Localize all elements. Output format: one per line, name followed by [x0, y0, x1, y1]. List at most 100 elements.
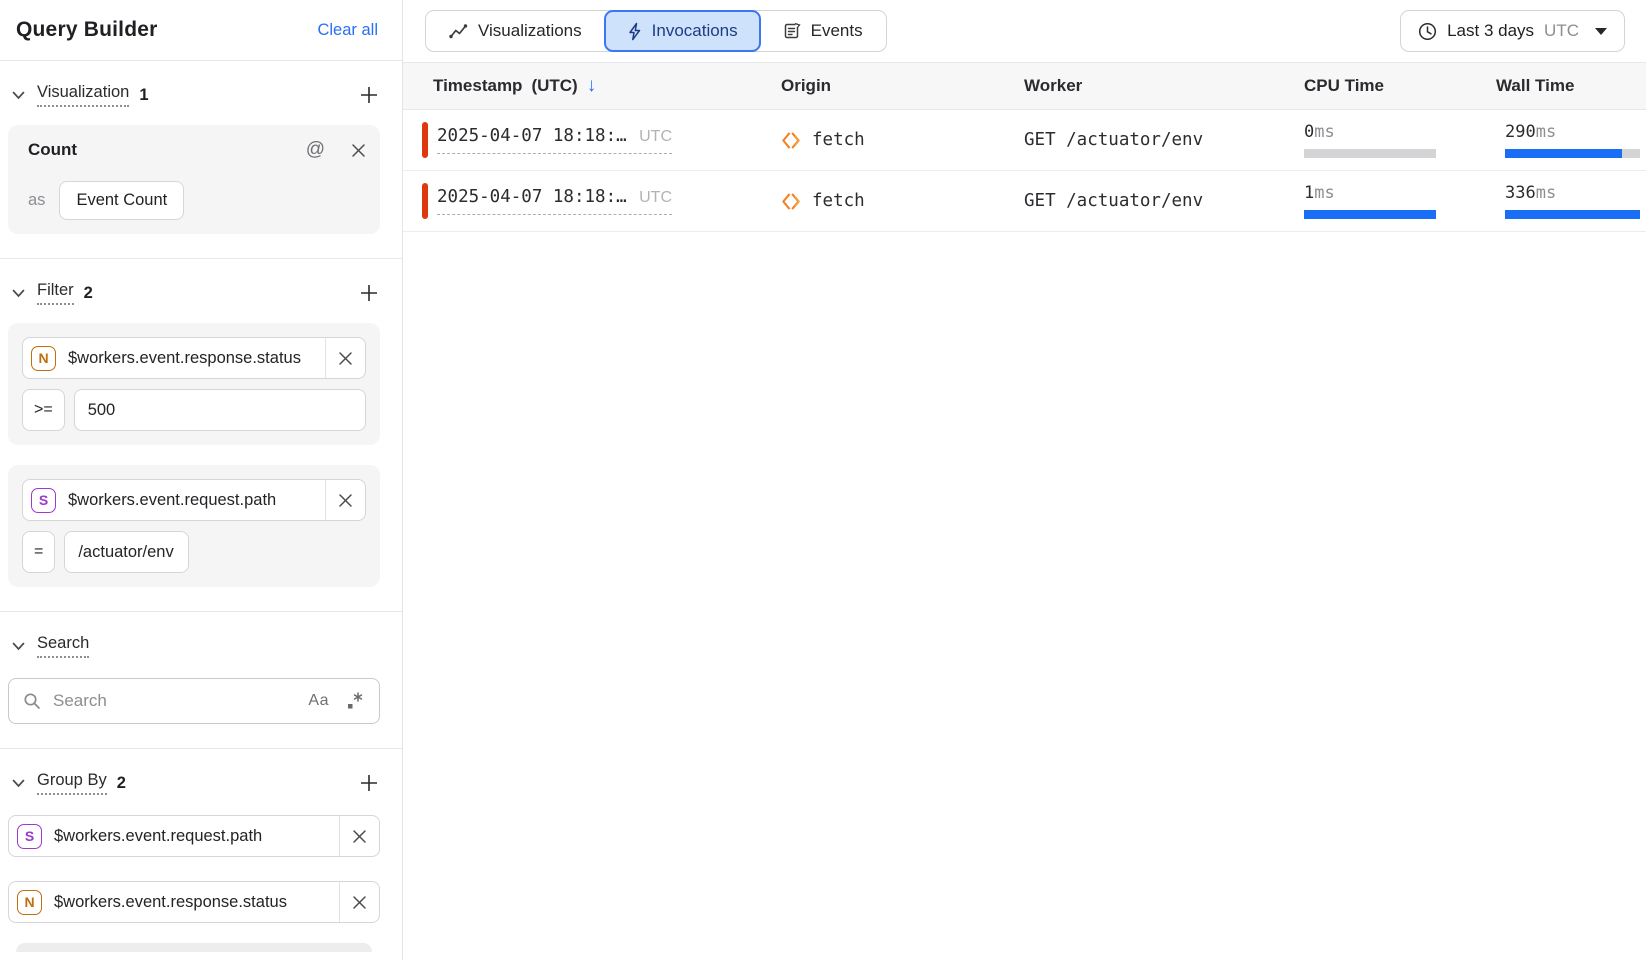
filter-value-input[interactable]: [64, 531, 189, 573]
group-by-field-name[interactable]: $workers.event.request.path: [54, 827, 339, 846]
filter-value-input[interactable]: [74, 389, 366, 431]
worker-value: GET /actuator/env: [1024, 130, 1203, 150]
filter-card: N $workers.event.response.status >=: [8, 323, 380, 445]
column-label: Origin: [781, 76, 831, 96]
worker-value: GET /actuator/env: [1024, 191, 1203, 211]
add-visualization-button[interactable]: [358, 84, 380, 106]
tab-invocations[interactable]: Invocations: [604, 10, 761, 52]
visualization-function: Count: [28, 140, 77, 160]
remove-filter-button[interactable]: [325, 480, 365, 520]
chevron-down-icon[interactable]: [8, 289, 28, 298]
timestamp-value: 2025-04-07 18:18:…: [437, 187, 627, 207]
filter-field-name[interactable]: $workers.event.request.path: [68, 491, 325, 510]
filter-field-name[interactable]: $workers.event.response.status: [68, 349, 325, 368]
wall-time-bar: [1505, 149, 1640, 158]
remove-filter-button[interactable]: [325, 338, 365, 378]
workers-observability-app: Query Builder Clear all Visualization 1 …: [0, 0, 1646, 960]
time-range-label: Last 3 days: [1447, 21, 1534, 41]
view-tabs: Visualizations Invocations: [425, 10, 887, 52]
column-header-timestamp[interactable]: Timestamp (UTC) ↓: [433, 75, 781, 97]
wall-time-value: 336ms: [1505, 183, 1646, 203]
section-label-filter: Filter: [37, 281, 74, 305]
chart-line-icon: [449, 23, 468, 40]
chevron-down-icon[interactable]: [8, 642, 28, 651]
filter-operator-button[interactable]: =: [22, 531, 55, 573]
query-builder-panel: Query Builder Clear all Visualization 1 …: [0, 0, 403, 960]
match-case-icon[interactable]: Aa: [308, 692, 329, 710]
column-label-suffix: (UTC): [531, 76, 577, 96]
time-range-timezone: UTC: [1544, 21, 1579, 41]
chevron-down-icon[interactable]: [8, 91, 28, 100]
column-label: CPU Time: [1304, 76, 1384, 96]
column-label: Worker: [1024, 76, 1082, 96]
number-type-badge: N: [31, 346, 56, 371]
search-input[interactable]: [53, 691, 296, 711]
regex-icon[interactable]: [345, 691, 365, 711]
chevron-down-icon[interactable]: [8, 779, 28, 788]
clock-icon: [1418, 22, 1437, 41]
query-builder-header: Query Builder Clear all: [0, 0, 402, 61]
cpu-time-bar: [1304, 210, 1436, 219]
table-header: Timestamp (UTC) ↓ Origin Worker CPU Time…: [403, 62, 1646, 110]
tab-events[interactable]: Events: [760, 11, 886, 51]
add-filter-button[interactable]: [358, 282, 380, 304]
wall-time-bar: [1505, 210, 1640, 219]
invocation-row[interactable]: 2025-04-07 18:18:… UTC fetch GET /actuat…: [403, 110, 1646, 171]
error-status-indicator: [422, 183, 428, 219]
alias-button[interactable]: Event Count: [59, 181, 184, 220]
visualization-count: 1: [139, 86, 148, 105]
number-type-badge: N: [17, 890, 42, 915]
origin-value: fetch: [812, 191, 865, 211]
timestamp-timezone: UTC: [639, 189, 672, 206]
filter-field: N $workers.event.response.status: [22, 337, 366, 379]
string-type-badge: S: [31, 488, 56, 513]
column-label: Timestamp: [433, 76, 522, 96]
column-header-worker[interactable]: Worker: [1024, 76, 1304, 96]
timestamp-timezone: UTC: [639, 128, 672, 145]
invocation-row[interactable]: 2025-04-07 18:18:… UTC fetch GET /actuat…: [403, 171, 1646, 232]
tab-visualizations[interactable]: Visualizations: [426, 11, 605, 51]
tab-label: Events: [811, 21, 863, 41]
group-by-field-name[interactable]: $workers.event.response.status: [54, 893, 339, 912]
tab-label: Invocations: [652, 21, 738, 41]
cpu-time-value: 1ms: [1304, 183, 1505, 203]
filter-section: Filter 2 N $workers.event.response.statu…: [0, 259, 402, 612]
visualization-section: Visualization 1 Count @ as Event Count: [0, 61, 402, 259]
column-label: Wall Time: [1496, 76, 1574, 96]
filter-field: S $workers.event.request.path: [22, 479, 366, 521]
group-by-field: N $workers.event.response.status: [8, 881, 380, 923]
search-box: Aa: [8, 678, 380, 724]
row-timestamp[interactable]: 2025-04-07 18:18:… UTC: [437, 126, 672, 154]
document-icon: [783, 22, 801, 40]
workers-logo-icon: [781, 130, 802, 151]
tab-label: Visualizations: [478, 21, 582, 41]
remove-group-by-button[interactable]: [339, 882, 379, 922]
column-header-wall-time[interactable]: Wall Time: [1496, 76, 1646, 96]
remove-group-by-button[interactable]: [339, 816, 379, 856]
as-label: as: [28, 191, 45, 210]
wall-time-value: 290ms: [1505, 122, 1646, 142]
search-section: Search Aa: [0, 612, 402, 749]
cpu-time-bar: [1304, 149, 1436, 158]
sort-descending-icon[interactable]: ↓: [587, 75, 597, 97]
page-title: Query Builder: [16, 18, 157, 42]
time-range-dropdown[interactable]: Last 3 days UTC: [1400, 10, 1625, 52]
search-icon: [23, 692, 41, 710]
filter-count: 2: [84, 284, 93, 303]
workers-logo-icon: [781, 191, 802, 212]
filter-operator-button[interactable]: >=: [22, 389, 65, 431]
column-header-cpu-time[interactable]: CPU Time: [1304, 76, 1496, 96]
visualization-card: Count @ as Event Count: [8, 125, 380, 234]
group-by-field: S $workers.event.request.path: [8, 815, 380, 857]
section-label-group-by: Group By: [37, 771, 107, 795]
row-timestamp[interactable]: 2025-04-07 18:18:… UTC: [437, 187, 672, 215]
at-icon[interactable]: @: [306, 139, 325, 161]
clear-all-link[interactable]: Clear all: [317, 21, 378, 40]
origin-value: fetch: [812, 130, 865, 150]
column-header-origin[interactable]: Origin: [781, 76, 1024, 96]
section-label-search: Search: [37, 634, 89, 658]
lightning-icon: [627, 22, 642, 41]
add-group-by-button[interactable]: [358, 772, 380, 794]
remove-visualization-button[interactable]: [351, 143, 366, 158]
group-by-count: 2: [117, 774, 126, 793]
